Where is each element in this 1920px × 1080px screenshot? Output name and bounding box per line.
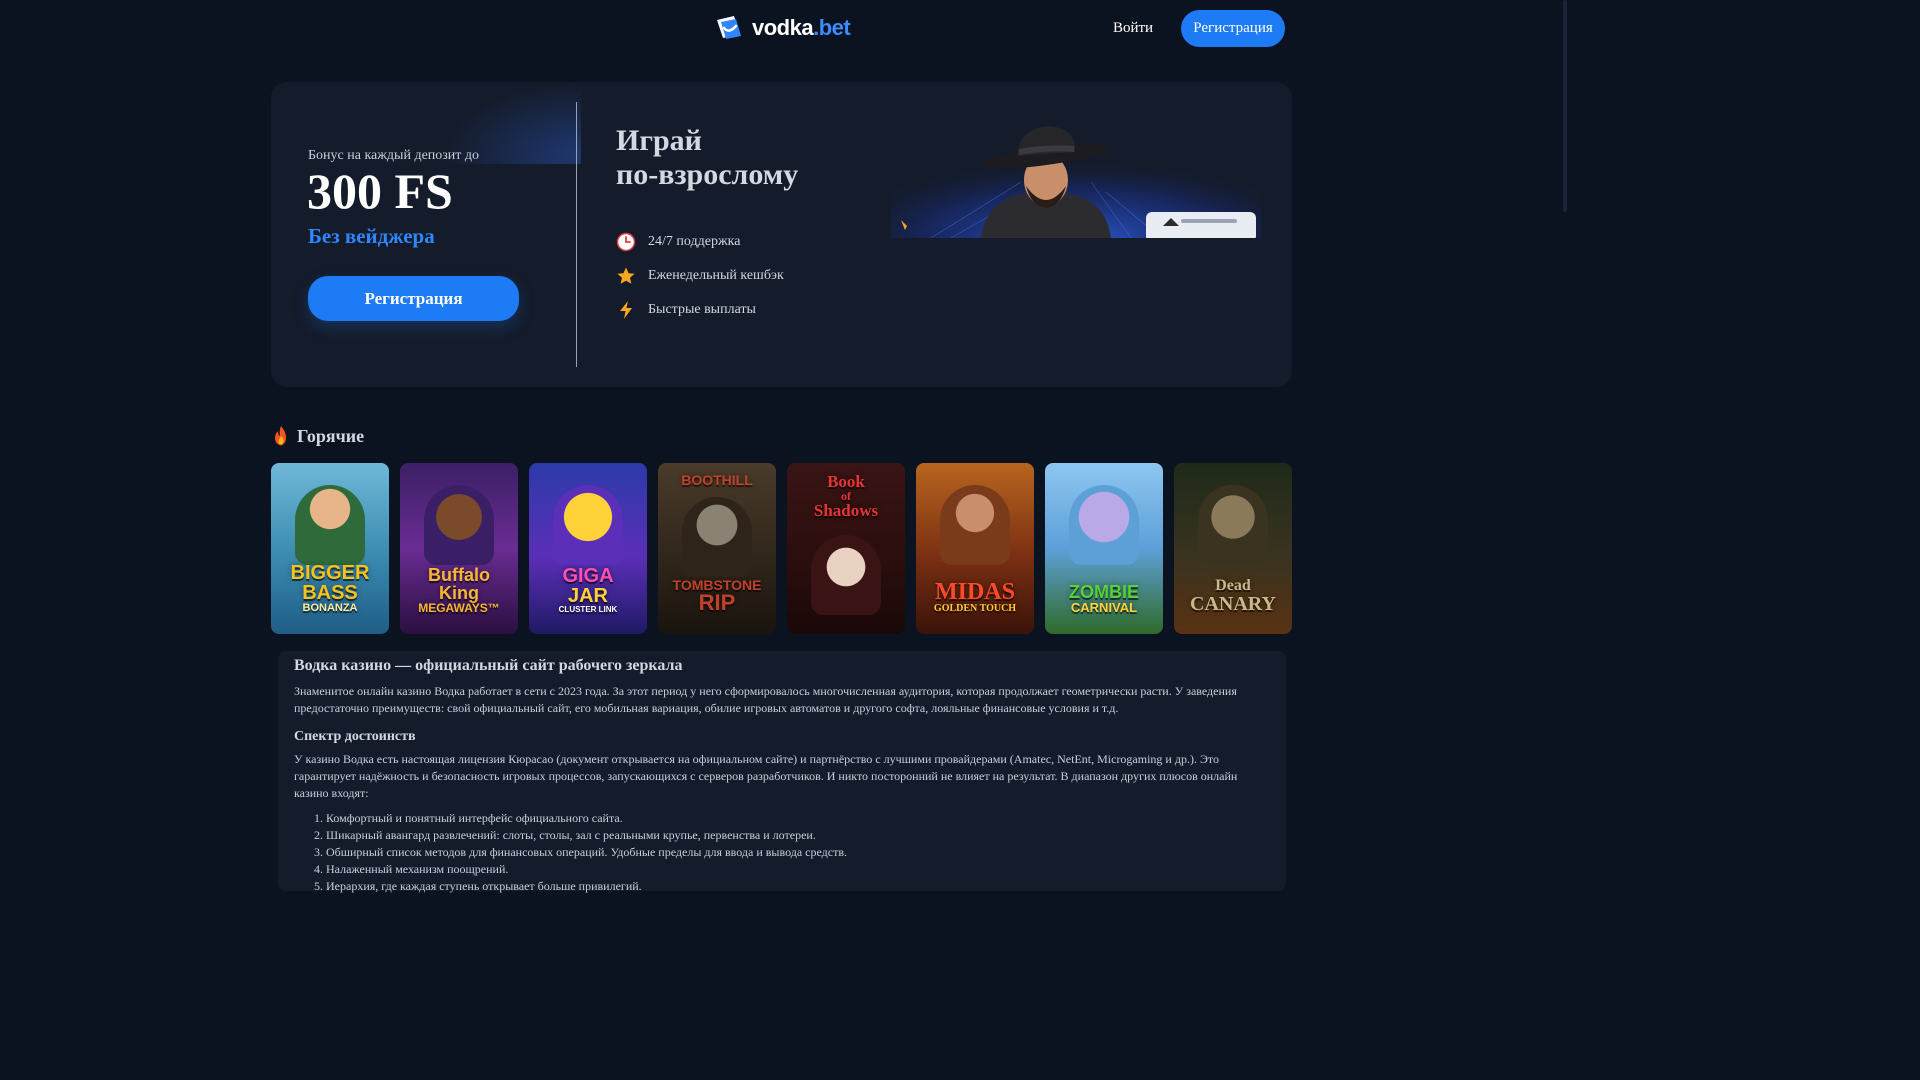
list-item: Иерархия, где каждая ступень открывает б… (326, 878, 1270, 895)
game-title: Dead CANARY (1174, 577, 1292, 615)
clock-icon (616, 232, 636, 252)
feature-label: Быстрые выплаты (648, 302, 756, 317)
seo-intro: Знаменитое онлайн казино Водка работает … (294, 684, 1237, 715)
game-title: MIDAS GOLDEN TOUCH (916, 580, 1034, 614)
list-item: Обширный список методов для финансовых о… (326, 844, 1270, 861)
hot-games-row: BIGGER BASS BONANZA Buffalo King MEGAWAY… (271, 463, 1292, 634)
slogan-line-2: по-взрослому (616, 158, 799, 191)
game-title-line: JAR (567, 585, 608, 607)
game-art (1198, 485, 1268, 565)
site-logo[interactable]: vodka.bet (714, 14, 851, 42)
site-header: vodka.bet Войти Регистрация (0, 0, 1562, 56)
hero-banner: Бонус на каждый депозит до 300 FS Без ве… (271, 82, 1292, 387)
game-title-line: GIGA (562, 565, 614, 587)
game-title-line: CLUSTER LINK (558, 605, 618, 614)
page-scrollbar[interactable] (1562, 0, 1568, 882)
scrollbar-thumb[interactable] (1563, 0, 1567, 212)
game-title-line: CANARY (1190, 593, 1276, 615)
game-card-boothill[interactable]: BOOTHILL TOMBSTONE RIP (658, 463, 776, 634)
feature-label: Еженедельный кешбэк (648, 268, 784, 283)
login-button[interactable]: Войти (1100, 10, 1166, 46)
game-art (553, 485, 623, 565)
hero-slogan: Играй по-взрослому (616, 124, 798, 192)
list-item: Налаженный механизм поощрений. (326, 861, 1270, 878)
game-card-buffalo-king-megaways[interactable]: Buffalo King MEGAWAYS™ (400, 463, 518, 634)
seo-article: Водка казино — официальный сайт рабочего… (278, 651, 1286, 893)
game-title-line: BONANZA (302, 602, 358, 614)
game-art (295, 485, 365, 565)
fire-icon (275, 426, 286, 446)
game-title: ZOMBIE CARNIVAL (1045, 583, 1163, 614)
game-title-line: ZOMBIE (1069, 582, 1139, 602)
hot-title-text: Горячие (297, 425, 365, 446)
hot-section-title: Горячие (271, 425, 364, 447)
game-art (682, 497, 752, 577)
game-title-line: BIGGER (290, 562, 370, 584)
game-title: Buffalo King MEGAWAYS™ (400, 566, 518, 614)
game-card-bigger-bass-bonanza[interactable]: BIGGER BASS BONANZA (271, 463, 389, 634)
game-card-giga-jar[interactable]: GIGA JAR CLUSTER LINK (529, 463, 647, 634)
list-item: Комфортный и понятный интерфейс официаль… (326, 810, 1270, 827)
seo-subtitle: Спектр достоинств (294, 729, 416, 744)
game-card-dead-canary[interactable]: Dead CANARY (1174, 463, 1292, 634)
seo-paragraph: У казино Водка есть настоящая лицензия К… (294, 752, 1238, 800)
game-title-line: MIDAS (934, 579, 1015, 605)
game-card-midas-golden-touch[interactable]: MIDAS GOLDEN TOUCH (916, 463, 1034, 634)
bonus-amount: 300 FS (307, 163, 453, 219)
game-title-line: Book (827, 472, 865, 491)
game-title-line: CARNIVAL (1070, 600, 1138, 615)
star-icon (617, 267, 635, 284)
game-art (424, 485, 494, 565)
hero-illustration (891, 122, 1261, 238)
feature-cashback: Еженедельный кешбэк (616, 266, 784, 286)
game-title: TOMBSTONE RIP (658, 578, 776, 614)
game-art (1069, 485, 1139, 565)
feature-support: 24/7 поддержка (616, 232, 740, 252)
game-title-line: BASS (302, 582, 358, 604)
feature-label: 24/7 поддержка (648, 234, 741, 249)
register-button-hero[interactable]: Регистрация (308, 276, 519, 321)
seo-title: Водка казино — официальный сайт рабочего… (294, 657, 683, 674)
logo-icon (717, 16, 741, 39)
register-button-header[interactable]: Регистрация (1181, 10, 1285, 47)
game-title-line: GOLDEN TOUCH (933, 603, 1017, 614)
game-card-zombie-carnival[interactable]: ZOMBIE CARNIVAL (1045, 463, 1163, 634)
logo-text: vodka.bet (752, 15, 851, 41)
game-title-line: King (439, 583, 479, 603)
game-title-line: BOOTHILL (681, 472, 753, 488)
game-title-line: Shadows (813, 501, 879, 520)
game-title: GIGA JAR CLUSTER LINK (529, 566, 647, 614)
game-card-book-of-shadows[interactable]: Book of Shadows (787, 463, 905, 634)
list-item: Шикарный авангард развлечений: слоты, ст… (326, 827, 1270, 844)
game-title: Book of Shadows (787, 473, 905, 519)
logo-name: vodka (752, 15, 814, 40)
game-title-line: Buffalo (428, 565, 490, 585)
game-title-line: MEGAWAYS™ (418, 601, 500, 615)
game-title-line: RIP (698, 590, 736, 615)
feature-payouts: Быстрые выплаты (616, 300, 756, 320)
slogan-line-1: Играй (616, 124, 702, 157)
game-art (940, 485, 1010, 565)
logo-tld: .bet (813, 15, 851, 40)
seo-list: Комфортный и понятный интерфейс официаль… (294, 810, 1270, 895)
hero-divider (576, 102, 577, 367)
game-title: BOOTHILL (658, 473, 776, 487)
bonus-subtitle: Без вейджера (308, 224, 435, 248)
game-art (811, 535, 881, 615)
game-title: BIGGER BASS BONANZA (271, 563, 389, 614)
game-title-line: Dead (1215, 577, 1251, 594)
lightning-icon (620, 301, 632, 319)
